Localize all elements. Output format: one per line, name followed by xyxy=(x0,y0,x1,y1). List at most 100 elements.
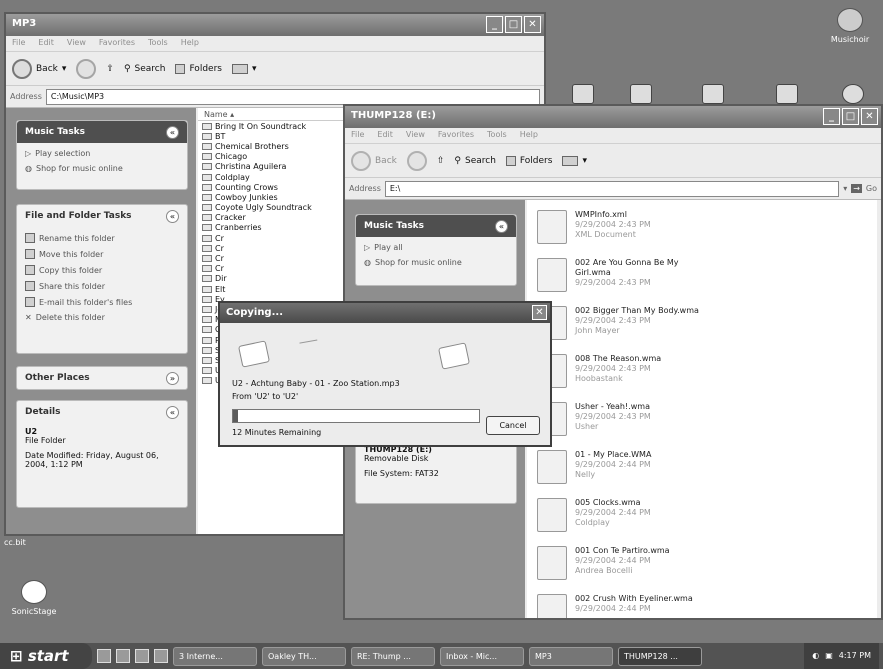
folder-list-item[interactable]: Cracker xyxy=(198,213,348,223)
desktop-file-icon[interactable] xyxy=(572,84,594,104)
chevron-down-icon[interactable]: ▾ xyxy=(843,184,847,193)
folder-list-item[interactable]: Bring It On Soundtrack xyxy=(198,121,348,131)
rename-folder-link[interactable]: Rename this folder xyxy=(25,233,179,243)
browser-icon[interactable] xyxy=(97,649,111,663)
media-player-icon[interactable] xyxy=(135,649,149,663)
folder-list-item[interactable]: Coyote Ugly Soundtrack xyxy=(198,203,348,213)
minimize-button[interactable]: _ xyxy=(486,16,503,33)
folder-list-item[interactable]: Cowboy Junkies xyxy=(198,192,348,202)
file-item[interactable]: 002 Bigger Than My Body.wma 9/29/2004 2:4… xyxy=(537,306,699,340)
email-files-link[interactable]: E-mail this folder's files xyxy=(25,297,179,307)
play-selection-link[interactable]: ▷ Play selection xyxy=(25,149,179,158)
folder-list-item[interactable]: Cr xyxy=(198,253,348,263)
views-button[interactable]: ▾ xyxy=(562,155,587,166)
copy-folder-link[interactable]: Copy this folder xyxy=(25,265,179,275)
folder-list-item[interactable]: Cranberries xyxy=(198,223,348,233)
taskbar-button-oakley[interactable]: Oakley TH... xyxy=(262,646,346,666)
close-button[interactable]: ✕ xyxy=(524,16,541,33)
forward-button[interactable] xyxy=(76,58,97,79)
menu-file[interactable]: File xyxy=(351,130,364,141)
menu-view[interactable]: View xyxy=(406,130,425,141)
views-button[interactable]: ▾ xyxy=(231,63,257,74)
folders-button[interactable]: Folders xyxy=(505,155,552,166)
dialog-titlebar[interactable]: Copying... ✕ xyxy=(220,303,550,323)
close-button[interactable]: ✕ xyxy=(861,108,878,125)
file-item[interactable]: WMPInfo.xml 9/29/2004 2:43 PM XML Document xyxy=(537,210,651,244)
address-input[interactable]: E:\ xyxy=(384,180,840,197)
menu-edit[interactable]: Edit xyxy=(38,38,54,49)
collapse-icon[interactable]: « xyxy=(166,125,179,139)
file-item[interactable]: 002 Are You Gonna Be My Girl.wma 9/29/200… xyxy=(537,258,715,292)
go-arrow-icon[interactable]: → xyxy=(851,184,862,193)
up-folder-icon[interactable]: ⇧ xyxy=(437,156,445,166)
close-button[interactable]: ✕ xyxy=(532,305,547,320)
menu-tools[interactable]: Tools xyxy=(487,130,507,141)
details-header[interactable]: Details « xyxy=(17,401,187,423)
desktop-file-icon[interactable] xyxy=(842,84,864,104)
other-places-header[interactable]: Other Places » xyxy=(17,367,187,389)
up-folder-icon[interactable]: ⇧ xyxy=(106,64,114,74)
window-titlebar[interactable]: MP3 _ □ ✕ xyxy=(6,14,544,36)
messenger-icon[interactable] xyxy=(154,649,168,663)
desktop-icon-cc-bit[interactable]: cc.bit xyxy=(4,538,68,547)
start-button[interactable]: ⊞ start xyxy=(0,643,92,669)
menu-edit[interactable]: Edit xyxy=(377,130,393,141)
folder-list-item[interactable]: Elt xyxy=(198,284,348,294)
menu-favorites[interactable]: Favorites xyxy=(438,130,474,141)
desktop-icon-musichoir[interactable]: Musichoir xyxy=(818,8,882,44)
maximize-button[interactable]: □ xyxy=(842,108,859,125)
file-item[interactable]: 008 The Reason.wma 9/29/2004 2:43 PM Hooba… xyxy=(537,354,661,388)
folder-list-item[interactable]: Chemical Brothers xyxy=(198,141,348,151)
play-all-link[interactable]: ▷ Play all xyxy=(364,243,508,252)
maximize-button[interactable]: □ xyxy=(505,16,522,33)
address-input[interactable]: C:\Music\MP3 xyxy=(45,88,540,105)
desktop-icon-sonicstage[interactable]: SonicStage xyxy=(2,580,66,616)
taskbar-button-inbox[interactable]: Inbox - Mic... xyxy=(440,646,524,666)
volume-icon[interactable]: ◐ xyxy=(812,651,819,661)
move-folder-link[interactable]: Move this folder xyxy=(25,249,179,259)
collapse-icon[interactable]: « xyxy=(166,405,179,419)
folder-list-item[interactable]: Christina Aguilera xyxy=(198,162,348,172)
menu-tools[interactable]: Tools xyxy=(148,38,168,49)
back-button[interactable]: Back ▾ xyxy=(12,58,66,79)
menu-favorites[interactable]: Favorites xyxy=(99,38,135,49)
search-button[interactable]: ⚲ Search xyxy=(124,64,166,74)
minimize-button[interactable]: _ xyxy=(823,108,840,125)
folder-list-item[interactable]: BT xyxy=(198,131,348,141)
share-folder-link[interactable]: Share this folder xyxy=(25,281,179,291)
search-button[interactable]: ⚲ Search xyxy=(454,156,496,166)
music-tasks-header[interactable]: Music Tasks « xyxy=(356,215,516,237)
folder-list-item[interactable]: Cr xyxy=(198,233,348,243)
expand-icon[interactable]: » xyxy=(166,371,179,385)
desktop-file-icon[interactable] xyxy=(776,84,798,104)
menu-help[interactable]: Help xyxy=(181,38,199,49)
cancel-button[interactable]: Cancel xyxy=(486,416,540,435)
folder-list-item[interactable]: Cr xyxy=(198,243,348,253)
file-item[interactable]: Usher - Yeah!.wma 9/29/2004 2:43 PM Usher xyxy=(537,402,651,436)
folders-button[interactable]: Folders xyxy=(175,63,222,74)
menu-help[interactable]: Help xyxy=(520,130,538,141)
go-button[interactable]: Go xyxy=(866,184,877,193)
name-column-header[interactable]: Name ▴ xyxy=(198,108,348,121)
taskbar-button-re-thump[interactable]: RE: Thump ... xyxy=(351,646,435,666)
folder-list-item[interactable]: Counting Crows xyxy=(198,182,348,192)
show-desktop-icon[interactable] xyxy=(116,649,130,663)
file-item[interactable]: 001 Con Te Partiro.wma 9/29/2004 2:44 PM A… xyxy=(537,546,670,580)
folder-list-item[interactable]: Chicago xyxy=(198,152,348,162)
file-folder-tasks-header[interactable]: File and Folder Tasks « xyxy=(17,205,187,227)
file-item[interactable]: 005 Clocks.wma 9/29/2004 2:44 PM Coldplay xyxy=(537,498,651,532)
folder-list-item[interactable]: Coldplay xyxy=(198,172,348,182)
taskbar-button-internet[interactable]: 3 Interne... xyxy=(173,646,257,666)
folder-list-item[interactable]: Cr xyxy=(198,264,348,274)
clock[interactable]: 4:17 PM xyxy=(839,651,871,661)
delete-folder-link[interactable]: ✕ Delete this folder xyxy=(25,313,179,322)
collapse-icon[interactable]: « xyxy=(166,209,179,223)
shop-music-link[interactable]: ◍ Shop for music online xyxy=(25,164,179,173)
file-item[interactable]: 01 - My Place.WMA 9/29/2004 2:44 PM Nelly xyxy=(537,450,651,484)
forward-button[interactable] xyxy=(406,150,427,171)
folder-list-item[interactable]: Dir xyxy=(198,274,348,284)
menu-view[interactable]: View xyxy=(67,38,86,49)
network-icon[interactable]: ▣ xyxy=(825,651,833,661)
taskbar-button-thump128[interactable]: THUMP128 ... xyxy=(618,646,702,666)
menu-file[interactable]: File xyxy=(12,38,25,49)
